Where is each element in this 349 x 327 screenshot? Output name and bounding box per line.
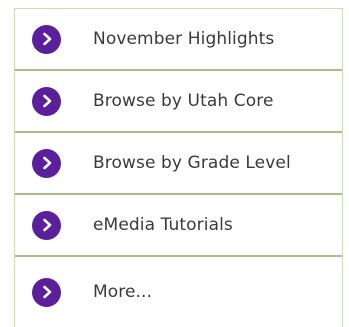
chevron-right-circle-icon [32, 86, 61, 116]
menu-item-label: More... [93, 282, 153, 302]
menu-item-label: Browse by Utah Core [93, 91, 274, 111]
menu-item-browse-by-grade-level[interactable]: Browse by Grade Level [15, 133, 342, 195]
menu-item-more[interactable]: More... [15, 257, 342, 327]
chevron-right-circle-icon [32, 210, 61, 240]
menu-item-label: November Highlights [93, 29, 275, 49]
chevron-right-circle-icon [32, 148, 61, 178]
menu-item-label: Browse by Grade Level [93, 153, 291, 173]
menu-item-label: eMedia Tutorials [93, 215, 233, 235]
nav-menu: November Highlights Browse by Utah Core … [14, 8, 343, 327]
chevron-right-circle-icon [32, 24, 61, 54]
menu-item-emedia-tutorials[interactable]: eMedia Tutorials [15, 195, 342, 257]
menu-item-browse-by-utah-core[interactable]: Browse by Utah Core [15, 71, 342, 133]
menu-item-november-highlights[interactable]: November Highlights [15, 9, 342, 71]
chevron-right-circle-icon [32, 277, 61, 307]
